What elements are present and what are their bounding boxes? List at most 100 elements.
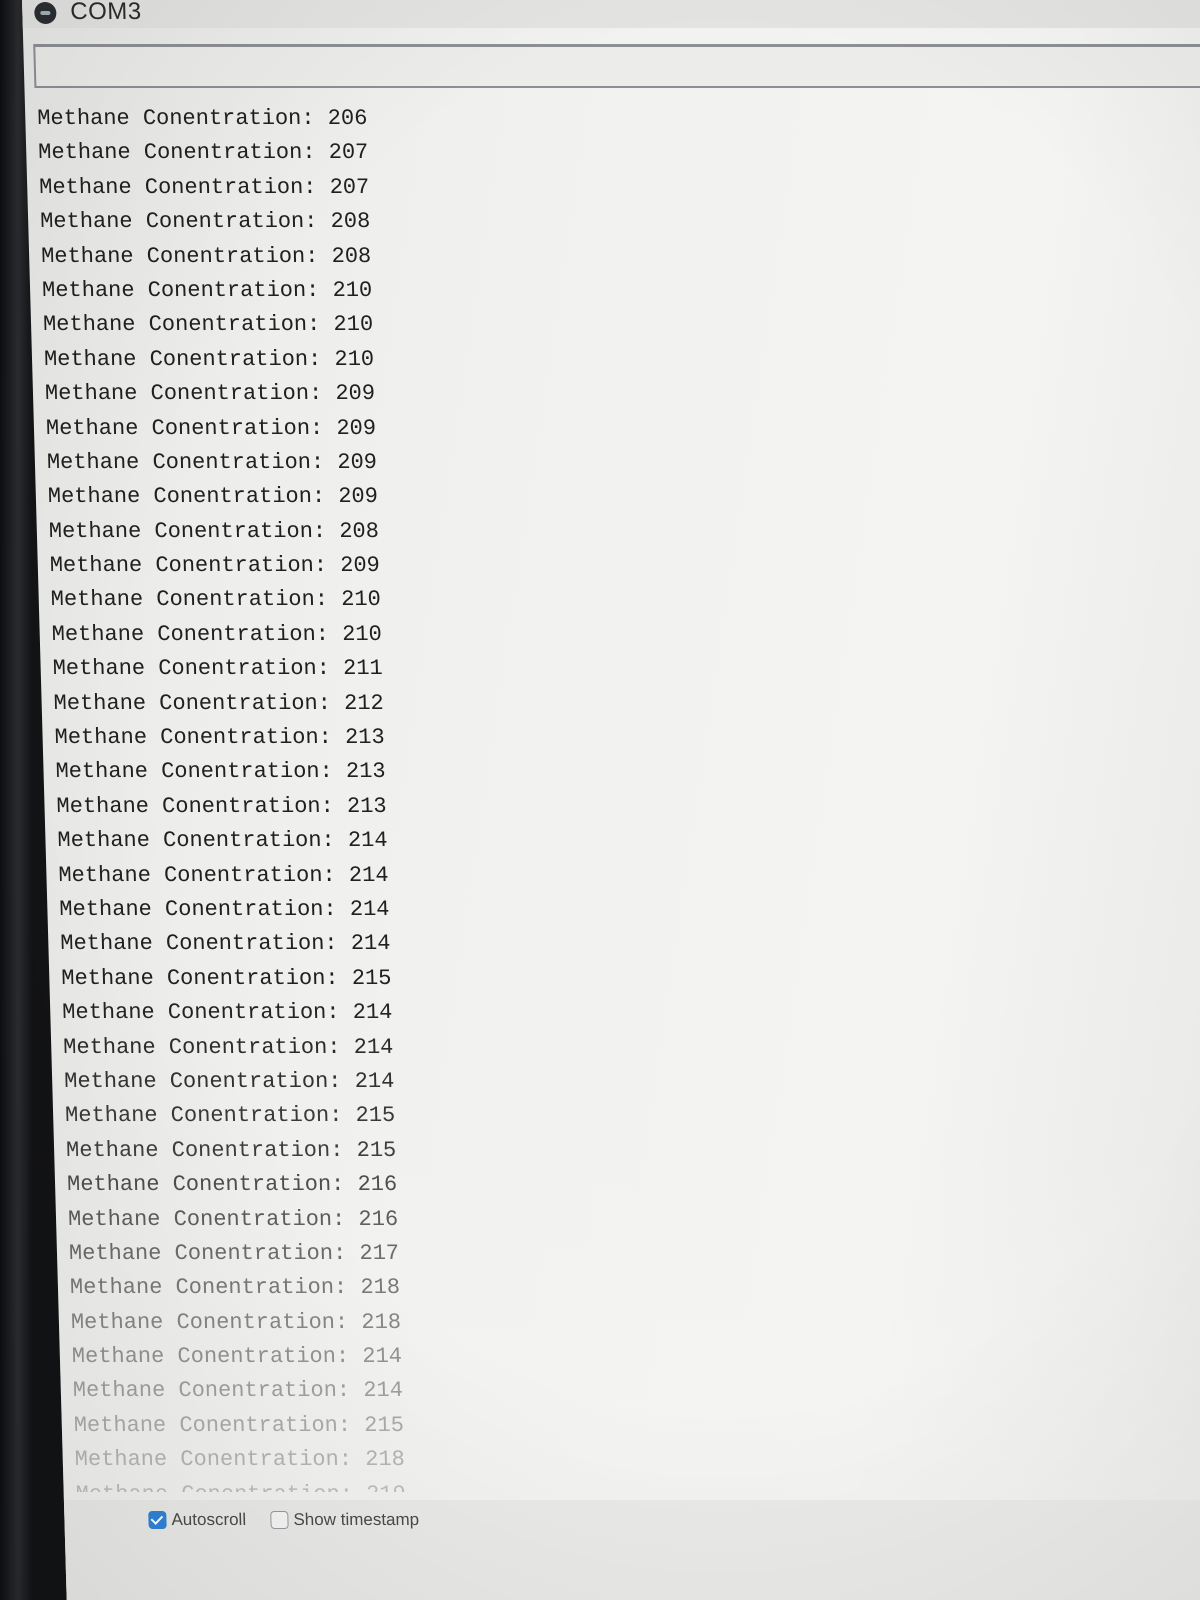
log-line: Methane Conentration: 212 xyxy=(53,687,954,721)
log-line: Methane Conentration: 209 xyxy=(47,480,948,514)
log-label: Methane Conentration: xyxy=(63,1068,356,1094)
serial-output[interactable]: Methane Conentration: 206 Methane Conentr… xyxy=(37,102,976,1492)
title-bar: COM3 xyxy=(22,0,1200,28)
log-value: 214 xyxy=(354,1068,395,1094)
log-value: 216 xyxy=(358,1206,399,1232)
log-value: 207 xyxy=(329,174,370,200)
log-label: Methane Conentration: xyxy=(54,725,346,751)
log-value: 215 xyxy=(351,965,392,991)
log-value: 216 xyxy=(357,1172,398,1198)
log-label: Methane Conentration: xyxy=(70,1309,362,1335)
log-line: Methane Conentration: 218 xyxy=(74,1443,975,1477)
log-label: Methane Conentration: xyxy=(75,1482,366,1492)
window-title: COM3 xyxy=(69,0,143,25)
log-value: 213 xyxy=(346,793,387,819)
log-line: Methane Conentration: 210 xyxy=(43,308,944,342)
autoscroll-label: Autoscroll xyxy=(171,1510,247,1529)
log-line: Methane Conentration: 214 xyxy=(57,824,958,858)
log-label: Methane Conentration: xyxy=(65,1137,357,1163)
log-value: 218 xyxy=(364,1447,406,1473)
log-value: 209 xyxy=(336,415,377,441)
log-value: 207 xyxy=(328,140,369,166)
log-label: Methane Conentration: xyxy=(41,277,333,303)
log-label: Methane Conentration: xyxy=(47,484,339,510)
log-line: Methane Conentration: 208 xyxy=(48,515,949,549)
log-line: Methane Conentration: 218 xyxy=(70,1271,971,1305)
log-value: 210 xyxy=(340,587,382,613)
log-value: 208 xyxy=(331,243,372,269)
log-value: 210 xyxy=(341,621,383,647)
log-label: Methane Conentration: xyxy=(46,449,338,475)
app-logo-icon xyxy=(34,2,57,24)
log-value: 209 xyxy=(335,381,376,407)
log-label: Methane Conentration: xyxy=(40,243,332,269)
log-value: 214 xyxy=(347,828,388,854)
show-timestamp-checkbox-box[interactable] xyxy=(270,1511,289,1529)
log-line: Methane Conentration: 209 xyxy=(46,446,947,480)
log-line: Methane Conentration: 214 xyxy=(59,893,960,927)
log-line: Methane Conentration: 216 xyxy=(68,1203,969,1237)
log-value: 215 xyxy=(356,1137,397,1163)
log-line: Methane Conentration: 210 xyxy=(44,343,945,377)
log-line: Methane Conentration: 211 xyxy=(52,652,953,686)
log-value: 214 xyxy=(352,1000,393,1026)
log-label: Methane Conentration: xyxy=(45,415,337,441)
log-line: Methane Conentration: 210 xyxy=(42,274,943,308)
autoscroll-checkbox-box[interactable] xyxy=(148,1511,167,1529)
log-line: Methane Conentration: 215 xyxy=(66,1134,967,1168)
log-line: Methane Conentration: 214 xyxy=(58,859,959,893)
log-line: Methane Conentration: 215 xyxy=(61,962,962,996)
log-value: 215 xyxy=(355,1103,396,1129)
footer-bar: Autoscroll Show timestamp xyxy=(63,1500,1200,1600)
log-label: Methane Conentration: xyxy=(42,312,334,338)
log-label: Methane Conentration: xyxy=(62,1034,355,1060)
autoscroll-checkbox[interactable]: Autoscroll xyxy=(148,1510,246,1530)
log-label: Methane Conentration: xyxy=(53,690,345,716)
log-line: Methane Conentration: 213 xyxy=(54,721,955,755)
log-value: 217 xyxy=(359,1240,400,1266)
log-label: Methane Conentration: xyxy=(58,862,350,888)
log-label: Methane Conentration: xyxy=(66,1172,358,1198)
photo-frame: COM3 Methane Conentration: 206 Methane Co… xyxy=(0,0,1200,1600)
log-line: Methane Conentration: 214 xyxy=(60,927,961,961)
log-line: Methane Conentration: 210 xyxy=(51,618,952,652)
log-line: Methane Conentration: 210 xyxy=(50,583,951,617)
log-line: Methane Conentration: 216 xyxy=(67,1168,968,1202)
log-value: 209 xyxy=(337,449,378,475)
show-timestamp-label: Show timestamp xyxy=(293,1510,420,1529)
send-bar[interactable] xyxy=(33,44,1200,88)
log-line: Methane Conentration: 219 xyxy=(75,1478,975,1492)
log-value: 213 xyxy=(344,725,386,751)
log-label: Methane Conentration: xyxy=(36,106,329,131)
log-line: Methane Conentration: 208 xyxy=(40,205,941,239)
log-value: 211 xyxy=(342,656,384,682)
log-label: Methane Conentration: xyxy=(61,1000,354,1026)
log-line: Methane Conentration: 214 xyxy=(72,1374,973,1408)
log-line: Methane Conentration: 214 xyxy=(64,1065,965,1099)
log-line: Methane Conentration: 208 xyxy=(41,240,942,274)
log-line: Methane Conentration: 213 xyxy=(55,755,956,789)
log-line: Methane Conentration: 218 xyxy=(70,1306,971,1340)
log-value: 210 xyxy=(332,277,373,303)
log-line: Methane Conentration: 214 xyxy=(71,1340,972,1374)
log-label: Methane Conentration: xyxy=(59,896,351,922)
log-value: 206 xyxy=(327,106,368,131)
log-value: 208 xyxy=(338,518,380,544)
log-label: Methane Conentration: xyxy=(39,209,331,235)
log-value: 210 xyxy=(333,312,374,338)
log-label: Methane Conentration: xyxy=(44,381,336,407)
log-label: Methane Conentration: xyxy=(73,1412,365,1438)
log-line: Methane Conentration: 209 xyxy=(45,412,946,446)
log-label: Methane Conentration: xyxy=(60,965,353,991)
log-label: Methane Conentration: xyxy=(38,174,331,200)
log-label: Methane Conentration: xyxy=(56,793,348,819)
log-label: Methane Conentration: xyxy=(74,1447,366,1473)
log-line: Methane Conentration: 215 xyxy=(73,1409,974,1443)
log-label: Methane Conentration: xyxy=(68,1240,360,1266)
log-line: Methane Conentration: 206 xyxy=(37,102,938,136)
show-timestamp-checkbox[interactable]: Show timestamp xyxy=(270,1510,419,1530)
log-value: 214 xyxy=(348,862,389,888)
send-input[interactable] xyxy=(35,47,1200,86)
log-value: 214 xyxy=(361,1344,403,1370)
log-line: Methane Conentration: 214 xyxy=(63,1031,964,1065)
